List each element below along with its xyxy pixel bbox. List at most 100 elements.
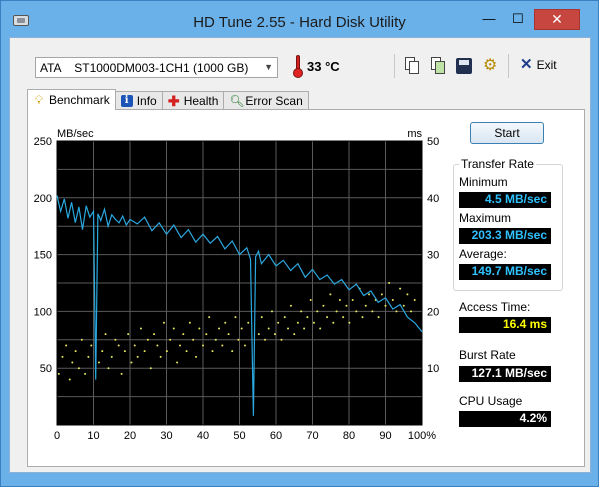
access-time-point bbox=[406, 293, 409, 296]
access-time-point bbox=[312, 321, 315, 324]
access-time-point bbox=[146, 338, 149, 341]
tab-benchmark[interactable]: 💡︎ Benchmark bbox=[27, 89, 116, 110]
access-time-point bbox=[182, 333, 185, 336]
minimum-label: Minimum bbox=[459, 175, 508, 189]
x-tick-label: 10 bbox=[87, 430, 99, 442]
y-left-axis-label: MB/sec bbox=[57, 128, 94, 140]
access-time-point bbox=[71, 361, 74, 364]
access-time-point bbox=[399, 287, 402, 290]
access-time-point bbox=[413, 299, 416, 302]
access-time-point bbox=[127, 333, 130, 336]
access-time-point bbox=[84, 372, 87, 375]
access-time-point bbox=[185, 350, 188, 353]
maximum-label: Maximum bbox=[459, 211, 512, 225]
y-left-tick-label: 200 bbox=[34, 193, 52, 205]
access-time-point bbox=[165, 350, 168, 353]
access-time-point bbox=[80, 338, 83, 341]
access-time-point bbox=[384, 304, 387, 307]
access-time-point bbox=[149, 367, 152, 370]
access-time-point bbox=[306, 316, 309, 319]
cpu-usage-label: CPU Usage bbox=[459, 394, 523, 408]
access-time-point bbox=[192, 338, 195, 341]
x-tick-label: 30 bbox=[160, 430, 172, 442]
access-time-point bbox=[273, 333, 276, 336]
y-right-tick-label: 40 bbox=[427, 193, 439, 205]
access-time-point bbox=[104, 333, 107, 336]
access-time-point bbox=[65, 344, 68, 347]
access-time-point bbox=[123, 350, 126, 353]
access-time-point bbox=[162, 321, 165, 324]
access-time-point bbox=[77, 367, 80, 370]
access-time-point bbox=[355, 310, 358, 313]
access-time-point bbox=[234, 316, 237, 319]
access-time-point bbox=[257, 333, 260, 336]
access-time-point bbox=[280, 338, 283, 341]
access-time-point bbox=[361, 316, 364, 319]
y-left-tick-label: 100 bbox=[34, 306, 52, 318]
x-tick-label: 50 bbox=[233, 430, 245, 442]
access-time-point bbox=[110, 355, 113, 358]
access-time-point bbox=[309, 299, 312, 302]
burst-rate-label: Burst Rate bbox=[459, 348, 516, 362]
access-time-label: Access Time: bbox=[459, 300, 531, 314]
access-time-point bbox=[267, 327, 270, 330]
access-time-point bbox=[224, 321, 227, 324]
access-time-point bbox=[243, 344, 246, 347]
access-time-point bbox=[179, 344, 182, 347]
access-time-point bbox=[345, 304, 348, 307]
access-time-point bbox=[139, 327, 142, 330]
access-time-point bbox=[133, 344, 136, 347]
access-time-point bbox=[208, 316, 211, 319]
access-time-point bbox=[293, 333, 296, 336]
access-time-point bbox=[395, 310, 398, 313]
access-time-point bbox=[264, 338, 267, 341]
access-time-point bbox=[117, 344, 120, 347]
maximum-value: 203.3 MB/sec bbox=[459, 228, 551, 244]
access-time-point bbox=[101, 350, 104, 353]
access-time-point bbox=[335, 310, 338, 313]
access-time-point bbox=[247, 321, 250, 324]
y-right-tick-label: 30 bbox=[427, 250, 439, 262]
cpu-usage-value: 4.2% bbox=[459, 411, 551, 427]
access-time-point bbox=[364, 304, 367, 307]
y-left-tick-label: 50 bbox=[40, 363, 52, 375]
access-time-point bbox=[156, 344, 159, 347]
average-value: 149.7 MB/sec bbox=[459, 264, 551, 280]
access-time-point bbox=[287, 327, 290, 330]
access-time-point bbox=[380, 293, 383, 296]
access-time-point bbox=[377, 316, 380, 319]
bulb-icon: 💡︎ bbox=[34, 93, 44, 107]
access-time-point bbox=[120, 372, 123, 375]
start-button[interactable]: Start bbox=[470, 122, 544, 144]
access-time-point bbox=[143, 350, 146, 353]
access-time-point bbox=[87, 355, 90, 358]
access-time-point bbox=[237, 338, 240, 341]
access-time-point bbox=[402, 304, 405, 307]
x-tick-label: 60 bbox=[270, 430, 282, 442]
access-time-point bbox=[270, 310, 273, 313]
access-time-point bbox=[159, 355, 162, 358]
access-time-point bbox=[338, 299, 341, 302]
access-time-point bbox=[410, 310, 413, 313]
x-tick-label: 70 bbox=[306, 430, 318, 442]
average-label: Average: bbox=[459, 247, 507, 261]
access-time-point bbox=[97, 361, 100, 364]
x-tick-label: 40 bbox=[197, 430, 209, 442]
access-time-point bbox=[136, 355, 139, 358]
access-time-point bbox=[107, 367, 110, 370]
access-time-point bbox=[240, 327, 243, 330]
access-time-point bbox=[231, 350, 234, 353]
access-time-point bbox=[195, 355, 198, 358]
access-time-point bbox=[277, 321, 280, 324]
access-time-point bbox=[214, 338, 217, 341]
tab-label: Benchmark bbox=[49, 93, 110, 107]
access-time-point bbox=[188, 321, 191, 324]
access-time-point bbox=[198, 327, 201, 330]
access-time-point bbox=[227, 333, 230, 336]
access-time-point bbox=[68, 378, 71, 381]
access-time-point bbox=[371, 310, 374, 313]
x-tick-label: 100% bbox=[408, 430, 436, 442]
transfer-rate-title: Transfer Rate bbox=[459, 157, 536, 171]
access-time-point bbox=[391, 299, 394, 302]
access-time-point bbox=[130, 361, 133, 364]
